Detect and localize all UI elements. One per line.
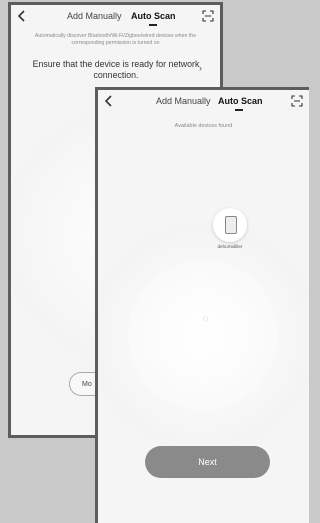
active-tab-indicator [149,24,157,26]
top-bar: Add Manually Auto Scan [98,90,309,114]
tab-auto-scan[interactable]: Auto Scan [131,11,176,21]
scan-radar-inner [128,260,278,410]
devices-found-label: Available devices found [174,123,233,129]
back-arrow-icon[interactable] [17,9,27,23]
device-label: dehumidifier [217,244,243,249]
front-screen: Add Manually Auto Scan Available devices… [95,87,309,523]
tab-auto-scan[interactable]: Auto Scan [218,96,263,106]
chevron-right-icon[interactable]: › [199,63,202,73]
next-button[interactable]: Next [145,446,270,478]
scan-icon[interactable] [291,95,303,107]
active-tab-indicator [235,109,243,111]
scan-icon[interactable] [202,10,214,22]
permission-hint: Automatically discover Bluetooth/Wi-Fi/Z… [34,33,197,47]
back-arrow-icon[interactable] [104,94,114,108]
dehumidifier-icon [225,216,237,234]
tab-add-manually[interactable]: Add Manually [156,96,211,106]
tab-add-manually[interactable]: Add Manually [67,11,122,21]
top-bar: Add Manually Auto Scan [11,5,220,29]
device-card[interactable] [213,208,247,242]
radar-center-dot [204,317,207,320]
ensure-ready-text[interactable]: Ensure that the device is ready for netw… [31,59,201,81]
